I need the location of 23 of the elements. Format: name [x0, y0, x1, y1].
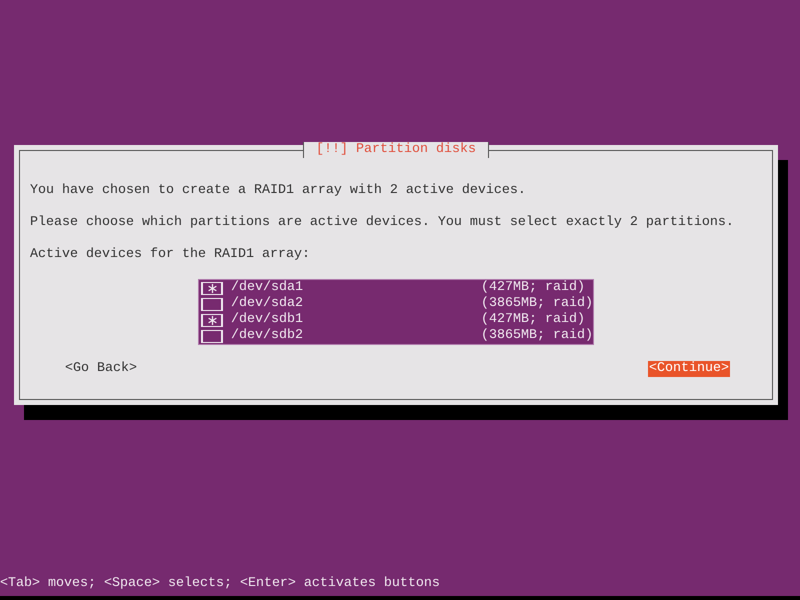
device-size: (3865MB; raid): [481, 296, 593, 312]
help-text: <Tab> moves; <Space> selects; <Enter> activates buttons: [0, 576, 441, 593]
device-name: /dev/sdb1: [231, 312, 304, 328]
device-item[interactable]: /dev/sda2 (3865MB; raid): [199, 296, 593, 312]
empty-checkbox-icon[interactable]: [201, 298, 223, 310]
device-name: /dev/sda1: [231, 280, 304, 296]
device-item[interactable]: /dev/sdb1 (427MB; raid): [199, 312, 593, 328]
device-item[interactable]: /dev/sda1 (427MB; raid): [199, 280, 593, 296]
checked-checkbox-icon[interactable]: [201, 282, 223, 294]
empty-checkbox-icon[interactable]: [201, 330, 223, 342]
device-size: (427MB; raid): [481, 312, 585, 328]
device-name: /dev/sdb2: [231, 328, 304, 344]
dialog-text: Please choose which partitions are active devices. You must select exactly 2 partitions.: [30, 215, 735, 231]
dialog-title: [!!] Partition disks: [303, 142, 489, 158]
dialog-text: You have chosen to create a RAID1 array with 2 active devices.: [30, 183, 527, 199]
dialog-text: Active devices for the RAID1 array:: [30, 247, 311, 263]
checked-checkbox-icon[interactable]: [201, 314, 223, 326]
device-item[interactable]: /dev/sdb2 (3865MB; raid): [199, 328, 593, 344]
dialog-button[interactable]: <Go Back>: [64, 361, 138, 377]
device-size: (427MB; raid): [481, 280, 585, 296]
dialog-button[interactable]: <Continue>: [648, 361, 730, 377]
device-size: (3865MB; raid): [481, 328, 593, 344]
device-name: /dev/sda2: [231, 296, 304, 312]
